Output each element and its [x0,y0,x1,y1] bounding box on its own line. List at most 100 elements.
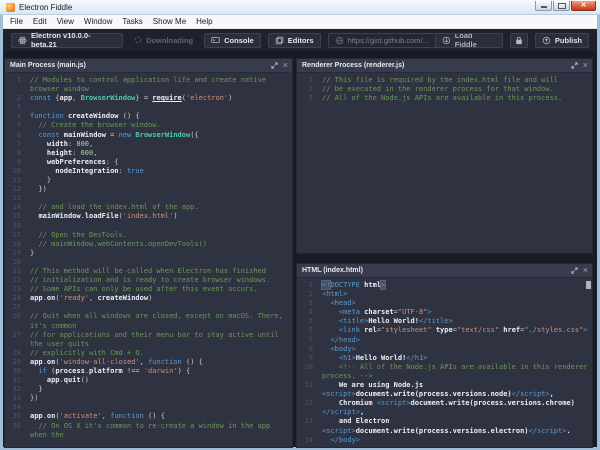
maximize-pane-icon[interactable] [271,62,278,69]
menu-item-edit[interactable]: Edit [28,17,52,26]
menu-item-help[interactable]: Help [191,17,217,26]
line-number: 11 [300,381,313,390]
code-line: 12 }) [8,185,292,194]
line-number: 7 [300,336,313,345]
electron-version-label: Electron v10.0.0-beta.21 [31,31,116,49]
code-line: 6 <link rel="stylesheet" type="text/css"… [300,326,592,335]
maximize-pane-icon[interactable] [571,62,578,69]
maximize-button[interactable] [553,1,570,11]
line-number: 2 [8,94,21,103]
electron-icon [18,36,27,45]
publish-button[interactable]: Publish [535,33,589,48]
pane-title: Renderer Process (renderer.js) [302,62,404,69]
electron-version-button[interactable]: Electron v10.0.0-beta.21 [11,33,123,48]
pane-renderer-header[interactable]: Renderer Process (renderer.js) × [297,59,592,73]
code-editor-renderer[interactable]: 1// This file is required by the index.h… [297,73,592,253]
editors-icon [275,36,284,45]
line-number: 4 [300,308,313,317]
close-pane-icon[interactable]: × [283,62,288,69]
line-number: 5 [8,121,21,130]
code-line: 32 } [8,385,292,394]
code-line: 1// Modules to control application life … [8,76,292,94]
line-number: 13 [300,417,313,426]
window-titlebar[interactable]: Electron Fiddle ✕ [0,0,600,15]
gist-group: https://gist.github.com/... Load Fiddle [328,33,503,48]
line-number: 6 [300,326,313,335]
code-line: 3 <head> [300,299,592,308]
code-line: 34 [8,403,292,412]
line-number: 15 [8,212,21,221]
code-line: 2// be executed in the renderer process … [300,85,592,94]
code-line: 31 app.quit() [8,376,292,385]
line-number: 34 [8,403,21,412]
code-editor-html[interactable]: 1<!DOCTYPE html>2<html>3 <head>4 <meta c… [297,278,592,447]
editors-button[interactable]: Editors [268,33,321,48]
line-number: 35 [8,412,21,421]
code-editor-main[interactable]: 1// Modules to control application life … [5,73,292,447]
menu-item-tasks[interactable]: Tasks [117,17,147,26]
pane-main-header[interactable]: Main Process (main.js) × [5,59,292,73]
minimize-button[interactable] [535,1,552,11]
code-line: 4 <meta charset="UTF-8"> [300,308,592,317]
code-line: 2<html> [300,290,592,299]
line-number: 9 [300,354,313,363]
console-icon [211,36,220,44]
pane-html-header[interactable]: HTML (index.html) × [297,264,592,278]
line-number: 12 [8,185,21,194]
line-number: 32 [8,385,21,394]
pane-title: Main Process (main.js) [10,62,86,69]
pane-main-process: Main Process (main.js) × 1// Modules to … [5,59,292,447]
code-line: 16 [8,222,292,231]
line-number: 3 [300,299,313,308]
menu-item-view[interactable]: View [52,17,79,26]
pane-renderer-process: Renderer Process (renderer.js) × 1// Thi… [297,59,592,253]
editors-label: Editors [288,36,314,45]
code-line: 2const {app, BrowserWindow} = require('e… [8,94,292,103]
code-line: 8 <body> [300,345,592,354]
code-line: 30 if (process.platform !== 'darwin') { [8,367,292,376]
lock-button[interactable] [510,33,528,48]
close-pane-icon[interactable]: × [583,267,588,274]
menu-item-file[interactable]: File [5,17,28,26]
console-button[interactable]: Console [204,33,261,48]
code-line: 15 mainWindow.loadFile('index.html') [8,212,292,221]
code-line: 10 nodeIntegration: true [8,167,292,176]
line-number: 17 [8,231,21,240]
line-number: 13 [8,194,21,203]
close-icon: ✕ [581,2,587,9]
code-line: 9 webPreferences: { [8,158,292,167]
code-line: 35app.on('activate', function () { [8,412,292,421]
line-number: 8 [8,149,21,158]
menu-item-window[interactable]: Window [79,17,117,26]
code-line: 6 const mainWindow = new BrowserWindow({ [8,131,292,140]
menubar: File Edit View Window Tasks Show Me Help [3,15,597,29]
line-number: 7 [8,140,21,149]
gist-url-field[interactable]: https://gist.github.com/... [329,34,435,47]
line-number: 12 [300,399,313,408]
code-line: 11 } [8,176,292,185]
code-line: 1<!DOCTYPE html> [300,281,592,290]
line-number: 1 [300,76,313,85]
code-line: 24app.on('ready', createWindow) [8,294,292,303]
gist-url-text: https://gist.github.com/... [348,36,429,45]
line-number: 31 [8,376,21,385]
code-line: 23// Some APIs can only be used after th… [8,285,292,294]
line-number: 25 [8,303,21,312]
close-pane-icon[interactable]: × [583,62,588,69]
lock-icon [515,36,523,45]
code-line: 26// Quit when all windows are closed, e… [8,312,292,330]
window-title: Electron Fiddle [19,3,72,12]
close-button[interactable]: ✕ [571,1,596,11]
line-number: 21 [8,267,21,276]
code-line: 22// initialization and is ready to crea… [8,276,292,285]
menu-item-show-me[interactable]: Show Me [148,17,191,26]
line-number: 5 [300,317,313,326]
line-number: 22 [8,276,21,285]
load-fiddle-button[interactable]: Load Fiddle [435,34,502,47]
scrollbar-thumb[interactable] [586,281,591,289]
maximize-pane-icon[interactable] [571,267,578,274]
line-number: 28 [8,349,21,358]
code-line: 3// All of the Node.js APIs are availabl… [300,94,592,103]
code-line: 5 // Create the browser window. [8,121,292,130]
code-line: 7 width: 800, [8,140,292,149]
